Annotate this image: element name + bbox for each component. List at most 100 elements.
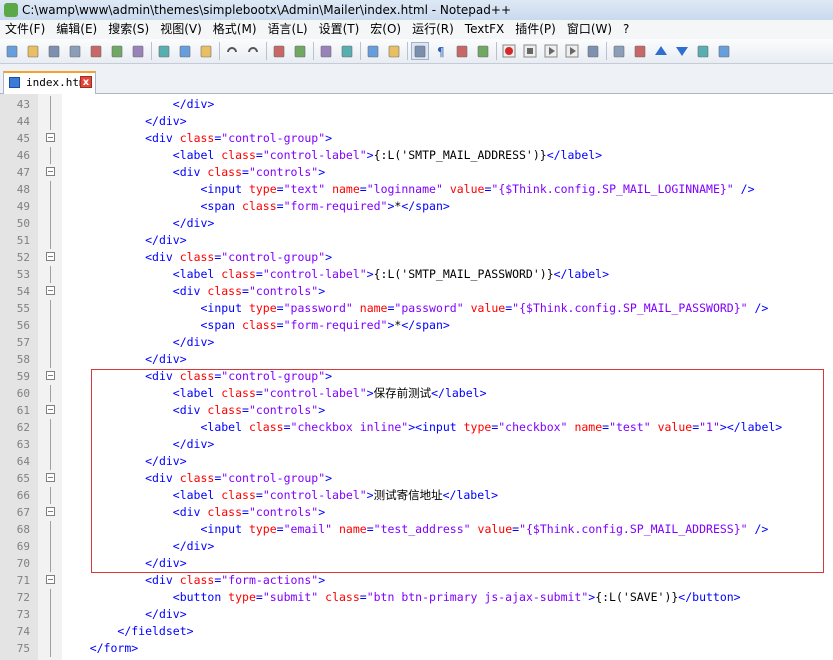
code-line[interactable]: 68 <input type="email" name="test_addres… xyxy=(0,521,833,538)
code-token-tag: </span> xyxy=(401,318,450,332)
indent-guide-icon[interactable] xyxy=(453,42,471,60)
menu-item[interactable]: 编辑(E) xyxy=(51,20,103,39)
new-icon[interactable] xyxy=(3,42,21,60)
record-icon[interactable] xyxy=(500,42,518,60)
code-line[interactable]: 66 <label class="control-label">测试寄信地址</… xyxy=(0,487,833,504)
code-line[interactable]: 72 <button type="submit" class="btn btn-… xyxy=(0,589,833,606)
code-editor[interactable]: 43 </div> 44 </div> 45 <div class="control… xyxy=(0,94,833,660)
tab-index-html[interactable]: index.html x xyxy=(3,71,96,94)
code-line[interactable]: 70 </div> xyxy=(0,555,833,572)
save-icon[interactable] xyxy=(45,42,63,60)
code-token-attr: name xyxy=(332,182,360,196)
code-line[interactable]: 45 <div class="control-group"> xyxy=(0,130,833,147)
menu-item[interactable]: ? xyxy=(618,20,635,39)
undo-icon[interactable] xyxy=(223,42,241,60)
cut-icon[interactable] xyxy=(155,42,173,60)
fold-icon[interactable] xyxy=(631,42,649,60)
code-line[interactable]: 61 <div class="controls"> xyxy=(0,402,833,419)
close-icon[interactable] xyxy=(87,42,105,60)
all-chars-icon[interactable]: ¶ xyxy=(432,42,450,60)
code-line[interactable]: 57 </div> xyxy=(0,334,833,351)
code-line[interactable]: 50 </div> xyxy=(0,215,833,232)
code-line[interactable]: 62 <label class="checkbox inline"><input… xyxy=(0,419,833,436)
sync-v-icon[interactable] xyxy=(364,42,382,60)
code-line[interactable]: 59 <div class="control-group"> xyxy=(0,368,833,385)
print-icon[interactable] xyxy=(129,42,147,60)
code-line[interactable]: 52 <div class="control-group"> xyxy=(0,249,833,266)
stop-icon[interactable] xyxy=(521,42,539,60)
code-line[interactable]: 48 <input type="text" name="loginname" v… xyxy=(0,181,833,198)
code-token-tag: /> xyxy=(747,522,769,536)
copy-icon[interactable] xyxy=(176,42,194,60)
menu-item[interactable]: 语言(L) xyxy=(263,20,314,39)
php-icon[interactable] xyxy=(610,42,628,60)
spell-icon[interactable] xyxy=(715,42,733,60)
code-line[interactable]: 63 </div> xyxy=(0,436,833,453)
wrap-icon[interactable] xyxy=(411,42,429,60)
fold-toggle-icon[interactable] xyxy=(46,167,55,176)
code-line[interactable]: 58 </div> xyxy=(0,351,833,368)
redo-icon[interactable] xyxy=(244,42,262,60)
save-macro-icon[interactable] xyxy=(584,42,602,60)
find-icon[interactable] xyxy=(270,42,288,60)
code-line[interactable]: 73 </div> xyxy=(0,606,833,623)
fold-toggle-icon[interactable] xyxy=(46,286,55,295)
sync-h-icon[interactable] xyxy=(385,42,403,60)
save-all-icon[interactable] xyxy=(66,42,84,60)
code-line[interactable]: 54 <div class="controls"> xyxy=(0,283,833,300)
code-line[interactable]: 47 <div class="controls"> xyxy=(0,164,833,181)
code-token-tag: </label> xyxy=(553,267,610,281)
code-line[interactable]: 49 <span class="form-required">*</span> xyxy=(0,198,833,215)
code-line[interactable]: 44 </div> xyxy=(0,113,833,130)
menu-item[interactable]: 格式(M) xyxy=(208,20,263,39)
fold-toggle-icon[interactable] xyxy=(46,507,55,516)
menu-item[interactable]: 运行(R) xyxy=(407,20,460,39)
zoom-out-icon[interactable] xyxy=(338,42,356,60)
fold-toggle-icon[interactable] xyxy=(46,371,55,380)
filter-icon[interactable] xyxy=(694,42,712,60)
tab-close-icon[interactable]: x xyxy=(80,76,92,88)
code-line[interactable]: 55 <input type="password" name="password… xyxy=(0,300,833,317)
code-line[interactable]: 56 <span class="form-required">*</span> xyxy=(0,317,833,334)
menu-item[interactable]: 插件(P) xyxy=(510,20,562,39)
code-line[interactable]: 64 </div> xyxy=(0,453,833,470)
code-line[interactable]: 46 <label class="control-label">{:L('SMT… xyxy=(0,147,833,164)
menu-item[interactable]: 文件(F) xyxy=(0,20,51,39)
fold-toggle-icon[interactable] xyxy=(46,473,55,482)
down-icon[interactable] xyxy=(673,42,691,60)
fold-guide-line xyxy=(50,147,51,164)
up-icon[interactable] xyxy=(652,42,670,60)
fold-toggle-icon[interactable] xyxy=(46,133,55,142)
code-token-val: "btn btn-primary js-ajax-submit" xyxy=(366,590,589,604)
play-multi-icon[interactable] xyxy=(563,42,581,60)
zoom-in-icon[interactable] xyxy=(317,42,335,60)
code-line[interactable]: 69 </div> xyxy=(0,538,833,555)
fold-toggle-icon[interactable] xyxy=(46,405,55,414)
code-line[interactable]: 65 <div class="control-group"> xyxy=(0,470,833,487)
fold-toggle-icon[interactable] xyxy=(46,252,55,261)
code-line[interactable]: 71 <div class="form-actions"> xyxy=(0,572,833,589)
code-line[interactable]: 53 <label class="control-label">{:L('SMT… xyxy=(0,266,833,283)
replace-icon[interactable] xyxy=(291,42,309,60)
close-all-icon[interactable] xyxy=(108,42,126,60)
code-line[interactable]: 75 </form> xyxy=(0,640,833,657)
play-icon[interactable] xyxy=(542,42,560,60)
menu-item[interactable]: 设置(T) xyxy=(314,20,366,39)
code-token-tag: <label xyxy=(172,148,222,162)
code-token-val: "test_address" xyxy=(373,522,471,536)
doc-map-icon[interactable] xyxy=(474,42,492,60)
menu-item[interactable]: 视图(V) xyxy=(155,20,208,39)
open-icon[interactable] xyxy=(24,42,42,60)
menu-item[interactable]: TextFX xyxy=(460,20,510,39)
code-line[interactable]: 67 <div class="controls"> xyxy=(0,504,833,521)
menu-item[interactable]: 宏(O) xyxy=(365,20,407,39)
code-line[interactable]: 74 </fieldset> xyxy=(0,623,833,640)
code-line[interactable]: 43 </div> xyxy=(0,96,833,113)
code-line[interactable]: 51 </div> xyxy=(0,232,833,249)
fold-toggle-icon[interactable] xyxy=(46,575,55,584)
paste-icon[interactable] xyxy=(197,42,215,60)
code-token-val: "{$Think.config.SP_MAIL_PASSWORD}" xyxy=(512,301,748,315)
menu-item[interactable]: 窗口(W) xyxy=(562,20,618,39)
code-line[interactable]: 60 <label class="control-label">保存前测试</l… xyxy=(0,385,833,402)
menu-item[interactable]: 搜索(S) xyxy=(103,20,155,39)
